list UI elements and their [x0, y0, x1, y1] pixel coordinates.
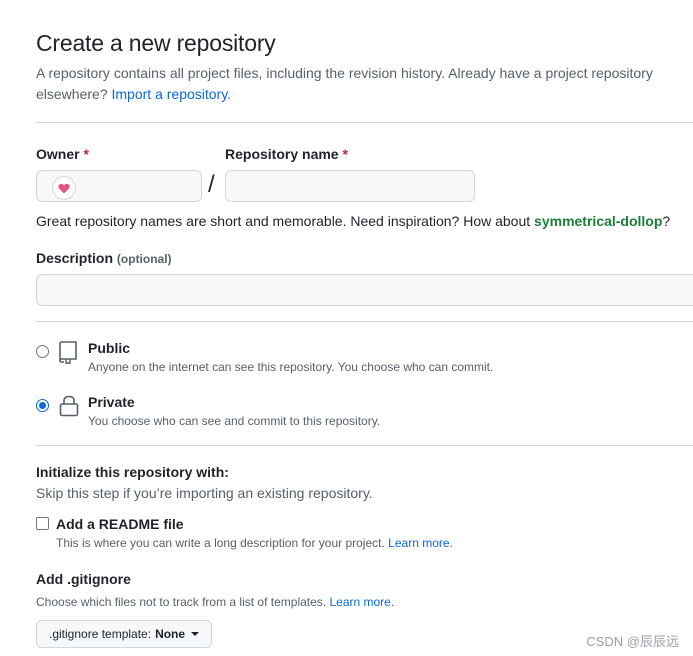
gitignore-template-select[interactable]: .gitignore template: None	[36, 620, 213, 648]
repository-name-label: Repository name *	[225, 146, 348, 162]
private-radio[interactable]	[36, 399, 49, 412]
readme-learn-more-link[interactable]: Learn more.	[388, 536, 453, 550]
owner-label: Owner *	[36, 146, 89, 162]
gitignore-select-value: None	[155, 627, 186, 641]
description-input[interactable]	[36, 274, 693, 306]
description-divider	[36, 321, 693, 322]
readme-description: This is where you can write a long descr…	[56, 536, 453, 550]
public-title: Public	[88, 340, 131, 356]
initialize-description: Skip this step if you’re importing an ex…	[36, 485, 373, 501]
gitignore-description: Choose which files not to track from a l…	[36, 595, 395, 609]
name-suggestion[interactable]: symmetrical-dollop	[534, 213, 662, 229]
initialize-title: Initialize this repository with:	[36, 464, 229, 480]
public-radio[interactable]	[36, 345, 49, 358]
owner-repo-separator: /	[208, 171, 215, 198]
private-description: You choose who can see and commit to thi…	[88, 414, 381, 428]
heart-avatar-icon	[52, 176, 76, 200]
description-label: Description (optional)	[36, 250, 172, 266]
public-description: Anyone on the internet can see this repo…	[88, 360, 494, 374]
header-divider	[36, 122, 693, 123]
readme-checkbox[interactable]	[36, 517, 49, 530]
repository-name-input[interactable]	[225, 170, 475, 202]
visibility-divider	[36, 445, 693, 446]
readme-label[interactable]: Add a README file	[56, 516, 184, 532]
gitignore-title: Add .gitignore	[36, 571, 131, 587]
watermark: CSDN @辰辰远	[586, 634, 679, 649]
page-subtitle: A repository contains all project files,…	[36, 63, 693, 105]
gitignore-select-prefix: .gitignore template:	[49, 627, 152, 641]
name-hint: Great repository names are short and mem…	[36, 213, 671, 229]
gitignore-learn-more-link[interactable]: Learn more.	[329, 595, 394, 609]
lock-icon	[59, 395, 79, 417]
private-title: Private	[88, 394, 135, 410]
repo-icon	[59, 341, 77, 364]
chevron-down-icon	[191, 632, 200, 636]
page-title: Create a new repository	[36, 30, 276, 56]
import-repository-link[interactable]: Import a repository.	[112, 86, 232, 102]
